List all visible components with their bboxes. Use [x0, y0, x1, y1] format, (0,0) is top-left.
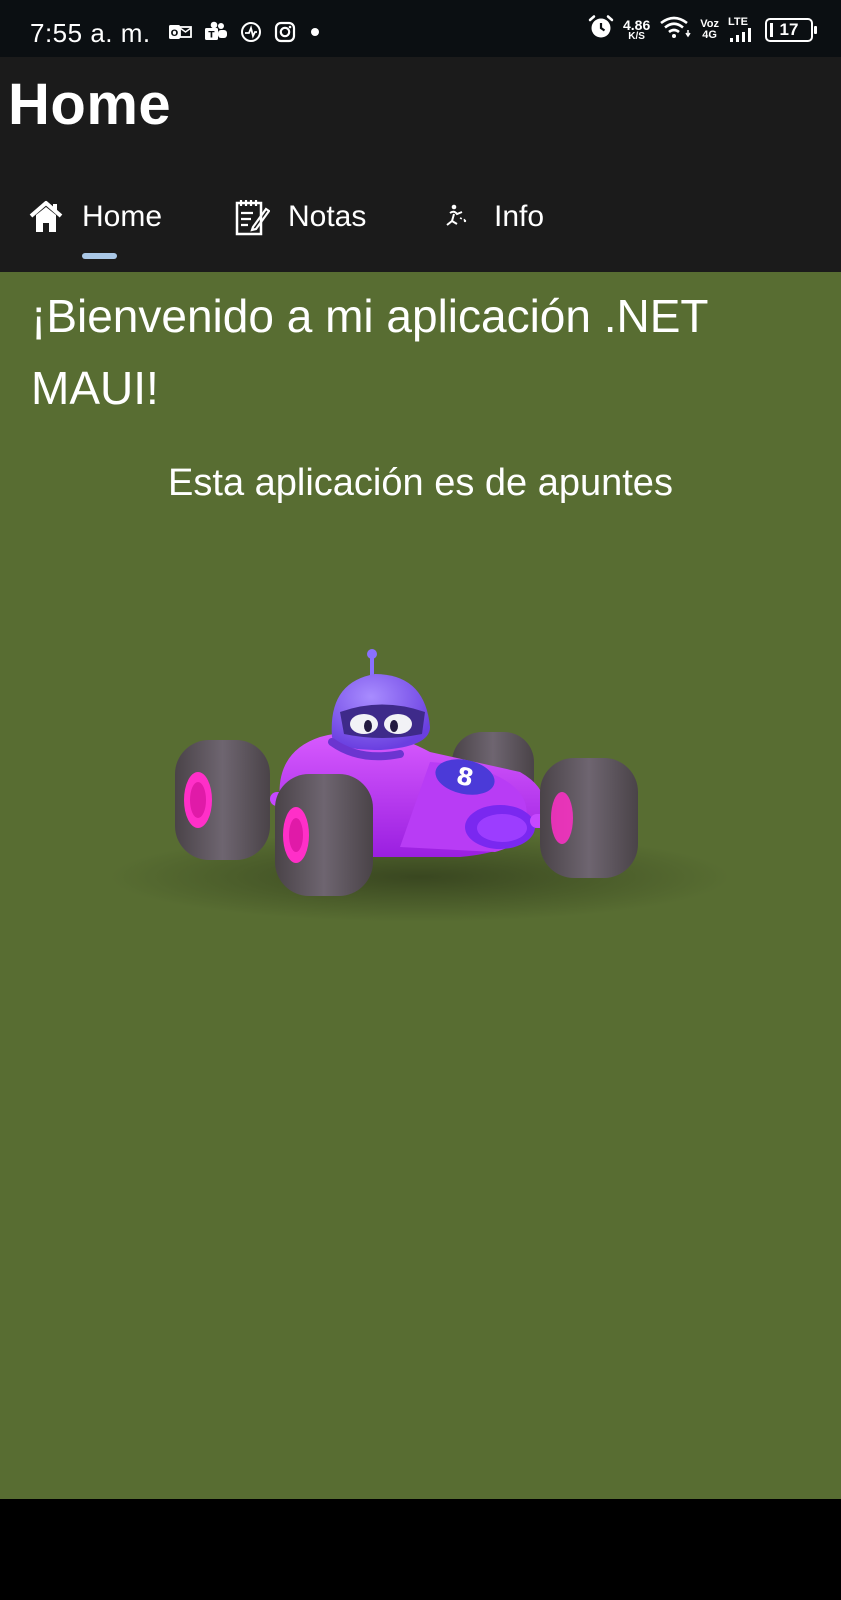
welcome-heading: ¡Bienvenido a mi aplicación .NET MAUI! [31, 290, 708, 414]
svg-text:O: O [171, 29, 179, 39]
instagram-icon [274, 21, 296, 48]
phone-screen: 7:55 a. m. O T 4.86 K/S Voz 4G LTE 17 Ho… [0, 0, 841, 1600]
subtitle-text: Esta aplicación es de apuntes [168, 462, 673, 504]
tab-notas-label: Notas [288, 200, 367, 233]
tab-home[interactable]: Home [28, 187, 162, 272]
notes-icon [234, 197, 270, 237]
tab-info-label: Info [494, 200, 545, 233]
page-title: Home [8, 72, 172, 137]
dotnet-bot-race-car-image: 8 [110, 649, 730, 922]
outlook-icon: O [168, 22, 192, 47]
tab-bar: Home Notas Info [0, 187, 841, 272]
teams-icon: T [204, 21, 228, 48]
network-top: Voz [700, 17, 719, 30]
battery-indicator: 17 [765, 17, 817, 42]
network-bottom: 4G [702, 28, 717, 41]
sync-icon [240, 21, 262, 48]
notification-icons: O T [168, 21, 322, 48]
network-type: Voz 4G [700, 17, 719, 41]
wifi-icon [659, 15, 691, 44]
status-indicators: 4.86 K/S Voz 4G LTE 17 [588, 14, 817, 45]
network-speed: 4.86 K/S [623, 18, 650, 42]
battery-level: 17 [779, 19, 799, 39]
dot-icon [308, 25, 322, 44]
tab-home-label: Home [82, 200, 163, 233]
svg-text:T: T [208, 31, 215, 41]
navigation-bar [0, 1499, 841, 1600]
status-bar: 7:55 a. m. O T 4.86 K/S Voz 4G LTE 17 [0, 0, 841, 57]
selected-tab-indicator [82, 253, 117, 259]
signal-icon [730, 28, 751, 42]
main-content: ¡Bienvenido a mi aplicación .NET MAUI! E… [0, 272, 841, 1499]
tab-info[interactable]: Info [440, 187, 544, 272]
speed-value: 4.86 [623, 16, 651, 33]
lte-label: LTE [728, 16, 748, 28]
info-icon [440, 197, 476, 237]
alarm-icon [588, 14, 614, 45]
signal-group: LTE [728, 17, 756, 42]
speed-unit: K/S [628, 30, 645, 42]
tab-notas[interactable]: Notas [234, 187, 366, 272]
home-icon [28, 197, 64, 237]
app-bar: Home Home Notas Info [0, 57, 841, 272]
status-time: 7:55 a. m. [30, 18, 151, 48]
